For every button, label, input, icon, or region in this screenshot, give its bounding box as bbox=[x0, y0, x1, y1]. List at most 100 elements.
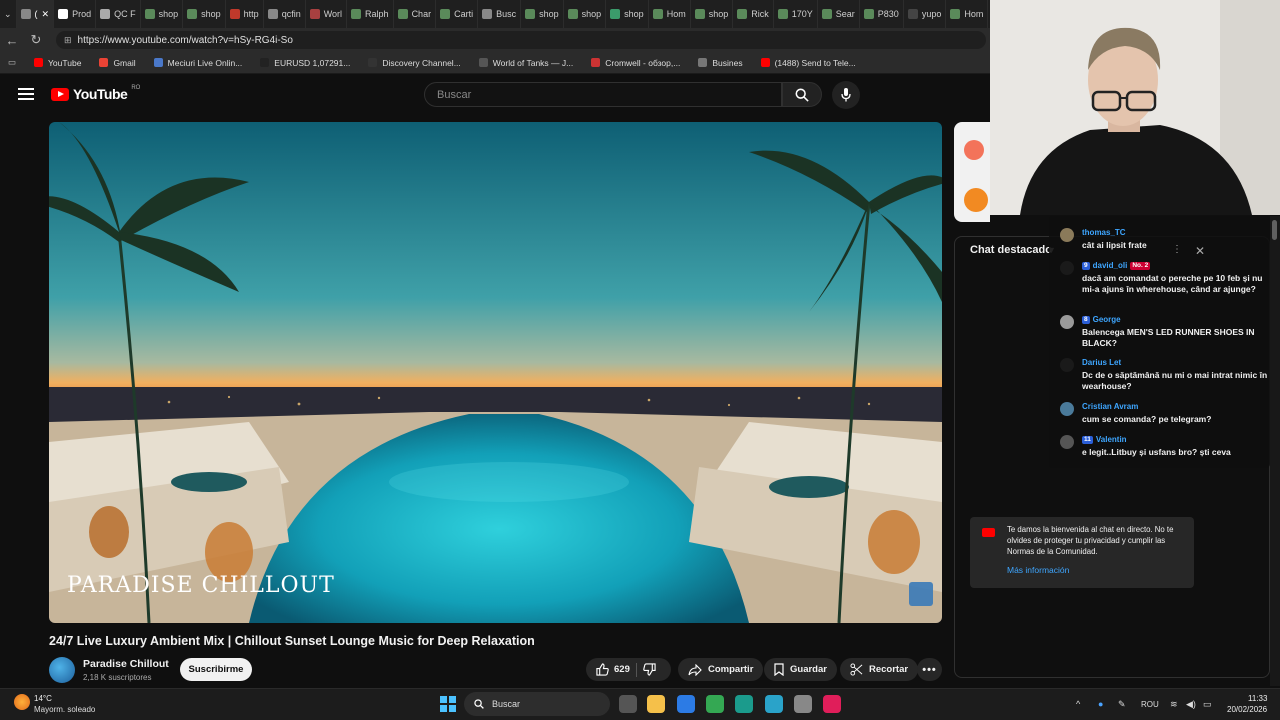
chat-scrollbar[interactable] bbox=[1270, 216, 1280, 686]
windows-start-icon[interactable] bbox=[440, 696, 456, 712]
chrome-icon[interactable] bbox=[706, 695, 724, 713]
sidebar-card[interactable] bbox=[954, 122, 990, 222]
browser-tab[interactable]: Rick bbox=[733, 0, 774, 28]
tab-favicon-icon bbox=[397, 9, 408, 19]
bookmarks-menu-icon[interactable]: ▭ bbox=[8, 57, 16, 68]
store-icon[interactable] bbox=[677, 695, 695, 713]
bookmark-icon bbox=[774, 663, 784, 676]
browser-tab[interactable]: shop bbox=[521, 0, 564, 28]
browser-tab[interactable]: shop bbox=[141, 0, 184, 28]
weather-icon[interactable] bbox=[14, 694, 30, 710]
edge-icon[interactable] bbox=[735, 695, 753, 713]
pen-icon[interactable]: ✎ bbox=[1118, 699, 1126, 710]
file-explorer-icon[interactable] bbox=[647, 695, 665, 713]
browser-tab[interactable]: QC F bbox=[96, 0, 141, 28]
save-button[interactable]: Guardar bbox=[764, 658, 837, 681]
bookmark-item[interactable]: Cromwell - обзор,... bbox=[591, 58, 680, 68]
chat-author-avatar bbox=[1060, 315, 1074, 329]
chat-author: 9 david_oli No. 2 bbox=[1082, 261, 1151, 270]
browser-icon[interactable] bbox=[765, 695, 783, 713]
browser-tab[interactable]: Hom bbox=[649, 0, 691, 28]
tab-label: Hom bbox=[666, 9, 686, 19]
browser-tab[interactable]: P830 bbox=[860, 0, 904, 28]
browser-tab[interactable]: shop bbox=[606, 0, 649, 28]
tab-label: shop bbox=[158, 9, 179, 19]
browser-tab[interactable]: http bbox=[226, 0, 264, 28]
task-view-icon[interactable] bbox=[619, 695, 637, 713]
url-text: https://www.youtube.com/watch?v=hSy-RG4i… bbox=[77, 34, 293, 46]
bookmark-item[interactable]: Meciuri Live Onlin... bbox=[153, 58, 242, 68]
welcome-text: Te damos la bienvenida al chat en direct… bbox=[1007, 525, 1174, 556]
tab-close-icon[interactable]: ✕ bbox=[42, 9, 50, 20]
browser-tab[interactable]: Ralph bbox=[347, 0, 394, 28]
browser-tab[interactable]: Busc bbox=[478, 0, 522, 28]
battery-icon[interactable]: ▭ bbox=[1203, 699, 1212, 710]
browser-tab[interactable]: 170Y bbox=[774, 0, 818, 28]
more-dots-icon: ••• bbox=[922, 663, 937, 676]
language-indicator[interactable]: ROU bbox=[1141, 700, 1159, 709]
tab-favicon-icon bbox=[267, 9, 278, 19]
network-app-icon[interactable]: ● bbox=[1098, 699, 1103, 709]
menu-icon[interactable] bbox=[18, 88, 34, 100]
bookmark-favicon-icon bbox=[153, 58, 163, 67]
settings-icon[interactable] bbox=[794, 695, 812, 713]
taskbar-search[interactable]: Buscar bbox=[464, 692, 610, 716]
tab-list-chevron-icon[interactable]: ⌄ bbox=[0, 0, 17, 28]
bookmark-favicon-icon bbox=[591, 58, 601, 67]
thumbs-down-icon[interactable] bbox=[643, 663, 656, 676]
chat-scroll-thumb[interactable] bbox=[1272, 220, 1277, 240]
bookmark-label: (1488) Send to Tele... bbox=[774, 57, 856, 68]
voice-search-button[interactable] bbox=[832, 81, 860, 109]
tab-favicon-icon bbox=[351, 9, 362, 19]
weather-description: Mayorm. soleado bbox=[34, 705, 96, 714]
subscribe-button[interactable]: Suscribirme bbox=[180, 658, 252, 681]
browser-tab[interactable]: shop bbox=[564, 0, 607, 28]
browser-tab[interactable]: qcfin bbox=[264, 0, 306, 28]
site-info-icon[interactable]: ⊞ bbox=[64, 35, 72, 46]
clock-date[interactable]: 20/02/2026 bbox=[1227, 705, 1267, 714]
browser-tab[interactable]: Hom bbox=[946, 0, 989, 28]
browser-tab[interactable]: shop bbox=[183, 0, 226, 28]
clip-button[interactable]: Recortar bbox=[840, 658, 919, 681]
chat-mode-selector[interactable]: Chat destacado bbox=[970, 244, 1052, 256]
browser-tab[interactable]: yupo bbox=[904, 0, 947, 28]
bookmark-item[interactable]: Busines bbox=[698, 58, 743, 68]
rank-badge: No. 2 bbox=[1130, 261, 1151, 270]
search-input[interactable]: Buscar bbox=[424, 82, 782, 107]
youtube-logo[interactable]: YouTube RO bbox=[51, 85, 140, 102]
bookmark-item[interactable]: (1488) Send to Tele... bbox=[760, 57, 856, 68]
channel-name[interactable]: Paradise Chillout bbox=[83, 658, 169, 670]
bookmark-item[interactable]: World of Tanks — J... bbox=[478, 58, 573, 68]
video-title: 24/7 Live Luxury Ambient Mix | Chillout … bbox=[49, 634, 535, 648]
more-actions-button[interactable]: ••• bbox=[917, 658, 942, 681]
volume-icon[interactable]: ◀) bbox=[1186, 699, 1196, 710]
clock-time[interactable]: 11:33 bbox=[1248, 694, 1267, 703]
bookmark-item[interactable]: YouTube bbox=[34, 58, 81, 68]
bookmark-item[interactable]: Gmail bbox=[99, 58, 136, 68]
chevron-up-icon[interactable]: ^ bbox=[1076, 699, 1080, 709]
browser-tab[interactable]: shop bbox=[691, 0, 734, 28]
back-icon[interactable]: ← bbox=[0, 33, 24, 48]
tab-favicon-icon bbox=[525, 9, 536, 19]
share-button[interactable]: Compartir bbox=[678, 658, 764, 681]
video-player[interactable]: PARADISE CHILLOUT bbox=[49, 122, 942, 623]
browser-tab[interactable]: Prod bbox=[54, 0, 97, 28]
browser-tab[interactable]: Worl bbox=[306, 0, 348, 28]
more-info-link[interactable]: Más información bbox=[1007, 565, 1069, 575]
tiktok-icon[interactable] bbox=[823, 695, 841, 713]
wifi-icon[interactable]: ≋ bbox=[1170, 699, 1178, 710]
tab-favicon-icon bbox=[440, 9, 451, 19]
bookmark-item[interactable]: EURUSD 1,07291... bbox=[260, 58, 350, 68]
bookmark-favicon-icon bbox=[760, 58, 770, 67]
bookmark-item[interactable]: Discovery Channel... bbox=[368, 57, 461, 68]
bookmark-label: Discovery Channel... bbox=[382, 57, 461, 68]
browser-tab[interactable]: (✕ bbox=[16, 0, 55, 28]
like-button[interactable]: 629 bbox=[596, 663, 630, 676]
browser-tab[interactable]: Sear bbox=[818, 0, 860, 28]
reload-icon[interactable]: ↻ bbox=[24, 32, 48, 48]
browser-tab[interactable]: Carti bbox=[436, 0, 479, 28]
browser-tab[interactable]: Char bbox=[394, 0, 437, 28]
channel-avatar[interactable] bbox=[49, 657, 75, 683]
search-button[interactable] bbox=[782, 82, 822, 107]
url-field[interactable]: ⊞ https://www.youtube.com/watch?v=hSy-RG… bbox=[56, 31, 986, 49]
